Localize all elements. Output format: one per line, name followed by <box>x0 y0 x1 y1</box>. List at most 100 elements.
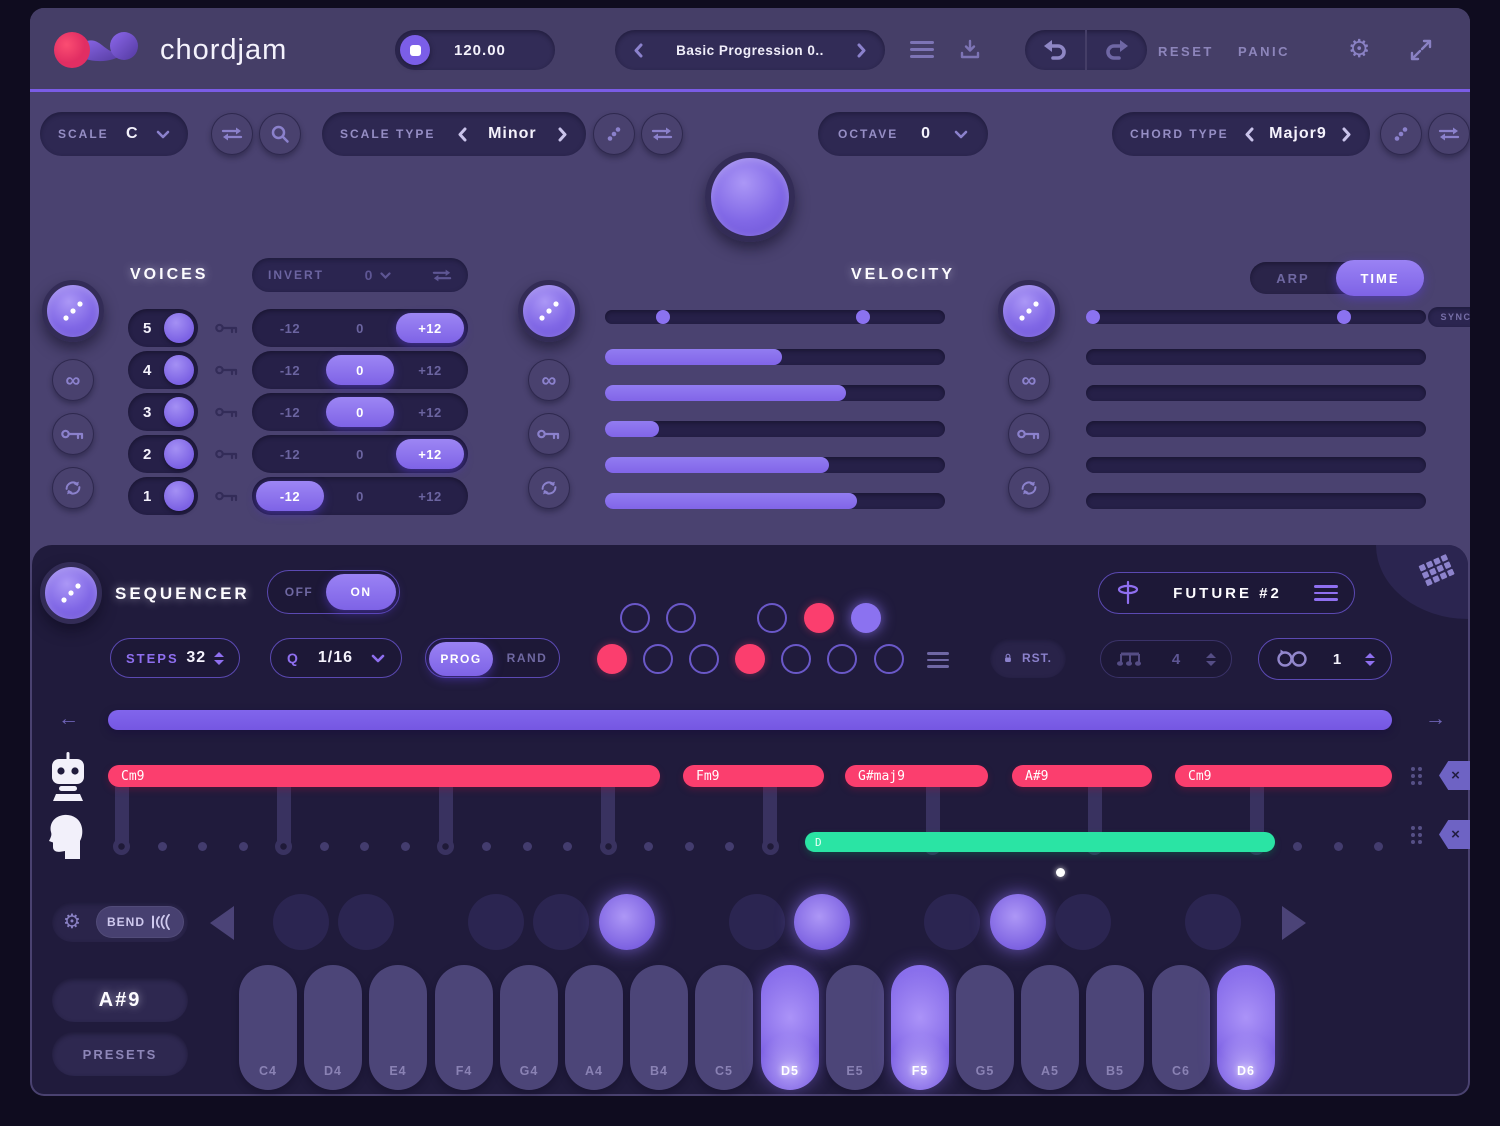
chevron-left-icon[interactable] <box>457 127 467 142</box>
scroll-left-icon[interactable]: ← <box>58 708 79 729</box>
octave-option[interactable]: +12 <box>396 397 464 427</box>
tempo-value[interactable]: 120.00 <box>454 42 506 59</box>
time-cycle-button[interactable] <box>1008 467 1050 509</box>
white-key-f4[interactable]: F4 <box>435 965 493 1090</box>
white-key-b4[interactable]: B4 <box>630 965 688 1090</box>
voice-toggle[interactable]: 3 <box>128 393 198 431</box>
time-range-dot[interactable] <box>1086 310 1100 324</box>
octave-option[interactable]: 0 <box>326 439 394 469</box>
bend-settings-gear-icon[interactable]: ⚙ <box>63 912 81 932</box>
white-key-d5[interactable]: D5 <box>761 965 819 1090</box>
voice-toggle[interactable]: 2 <box>128 435 198 473</box>
step-dot[interactable] <box>563 842 572 851</box>
rate-control[interactable]: 4 <box>1100 640 1232 678</box>
tempo-control[interactable]: 120.00 <box>395 30 555 70</box>
loop-value[interactable]: 1 <box>1333 651 1341 668</box>
time-range-dot[interactable] <box>1337 310 1351 324</box>
note-block[interactable]: D <box>805 832 1275 852</box>
octave-option[interactable]: +12 <box>396 313 464 343</box>
chevron-down-icon[interactable] <box>954 130 968 139</box>
voice-knob[interactable] <box>164 313 194 343</box>
note-circle-d[interactable] <box>643 644 673 674</box>
octave-option[interactable]: 0 <box>326 397 394 427</box>
black-key-gs5[interactable] <box>990 894 1046 950</box>
white-key-d4[interactable]: D4 <box>304 965 362 1090</box>
voices-key-lock-button[interactable] <box>52 413 94 455</box>
white-key-b5[interactable]: B5 <box>1086 965 1144 1090</box>
chord-randomize-button[interactable] <box>1380 113 1422 155</box>
octave-option[interactable]: -12 <box>256 397 324 427</box>
white-key-g5[interactable]: G5 <box>956 965 1014 1090</box>
undo-button[interactable] <box>1025 30 1085 70</box>
velocity-bar[interactable] <box>605 457 945 473</box>
preset-name[interactable]: Basic Progression 0.. <box>676 43 824 58</box>
pattern-menu-icon[interactable] <box>1314 585 1338 601</box>
octave-option[interactable]: +12 <box>396 355 464 385</box>
voice-octave-selector[interactable]: -120+12 <box>252 435 468 473</box>
sync-badge[interactable]: SYNC <box>1428 307 1470 327</box>
resize-collapse-icon[interactable] <box>1410 39 1432 61</box>
octave-option[interactable]: +12 <box>396 439 464 469</box>
scale-value[interactable]: C <box>126 125 139 143</box>
scale-selector[interactable]: SCALE C <box>40 112 188 156</box>
step-dot[interactable] <box>482 842 491 851</box>
invert-value[interactable]: 0 <box>365 267 373 283</box>
power-on-label[interactable]: ON <box>326 574 396 610</box>
stop-button[interactable] <box>400 35 430 65</box>
scale-search-button[interactable] <box>259 113 301 155</box>
pattern-preset-name[interactable]: FUTURE #2 <box>1173 585 1282 602</box>
step-dot-major[interactable] <box>762 838 779 855</box>
white-key-c5[interactable]: C5 <box>695 965 753 1090</box>
note-circle-cs[interactable] <box>620 603 650 633</box>
note-circle-a[interactable] <box>827 644 857 674</box>
step-dot[interactable] <box>523 842 532 851</box>
sequencer-knob[interactable] <box>40 562 102 624</box>
note-circle-fs[interactable] <box>757 603 787 633</box>
redo-button[interactable] <box>1087 30 1147 70</box>
black-key-ds4[interactable] <box>338 894 394 950</box>
step-dot-major[interactable] <box>113 838 130 855</box>
time-key-lock-button[interactable] <box>1008 413 1050 455</box>
black-key-fs4[interactable] <box>468 894 524 950</box>
steps-control[interactable]: STEPS 32 <box>110 638 240 678</box>
invert-control[interactable]: INVERT 0 <box>252 258 468 292</box>
step-dot[interactable] <box>320 842 329 851</box>
sequence-progress-bar[interactable] <box>108 710 1392 730</box>
chevron-left-icon[interactable] <box>1244 127 1254 142</box>
mode-rand[interactable]: RAND <box>495 651 559 665</box>
step-dot[interactable] <box>239 842 248 851</box>
white-key-a4[interactable]: A4 <box>565 965 623 1090</box>
stepper-arrows-icon[interactable] <box>214 652 224 665</box>
voice-toggle[interactable]: 5 <box>128 309 198 347</box>
tab-arp[interactable]: ARP <box>1250 262 1336 294</box>
scale-compare-button[interactable] <box>641 113 683 155</box>
black-key-ds5[interactable] <box>794 894 850 950</box>
voice-knob[interactable] <box>164 397 194 427</box>
velocity-range-dot[interactable] <box>856 310 870 324</box>
chord-type-value[interactable]: Major9 <box>1269 125 1327 143</box>
time-range-slider[interactable] <box>1086 310 1426 324</box>
step-dot[interactable] <box>158 842 167 851</box>
voice-octave-selector[interactable]: -120+12 <box>252 393 468 431</box>
chord-block[interactable]: A#9 <box>1012 765 1152 787</box>
velocity-range-slider[interactable] <box>605 310 945 324</box>
bend-toggle[interactable]: BEND <box>96 906 184 938</box>
black-key-as4[interactable] <box>599 894 655 950</box>
octave-down-button[interactable] <box>210 906 234 940</box>
octave-option[interactable]: -12 <box>256 313 324 343</box>
voices-randomize-knob[interactable] <box>42 280 104 342</box>
black-key-gs4[interactable] <box>533 894 589 950</box>
menu-icon[interactable] <box>910 41 934 58</box>
chord-block[interactable]: Cm9 <box>1175 765 1392 787</box>
chord-compare-button[interactable] <box>1428 113 1470 155</box>
note-circle-g[interactable] <box>781 644 811 674</box>
chord-track-handle[interactable] <box>1411 767 1422 785</box>
chevron-right-icon[interactable] <box>1342 127 1352 142</box>
voice-octave-selector[interactable]: -120+12 <box>252 309 468 347</box>
note-circle-b[interactable] <box>874 644 904 674</box>
reset-button[interactable]: RESET <box>1158 44 1214 59</box>
mode-prog[interactable]: PROG <box>429 642 493 676</box>
octave-value[interactable]: 0 <box>921 125 931 143</box>
quantize-control[interactable]: Q 1/16 <box>270 638 402 678</box>
chord-block[interactable]: Fm9 <box>683 765 824 787</box>
